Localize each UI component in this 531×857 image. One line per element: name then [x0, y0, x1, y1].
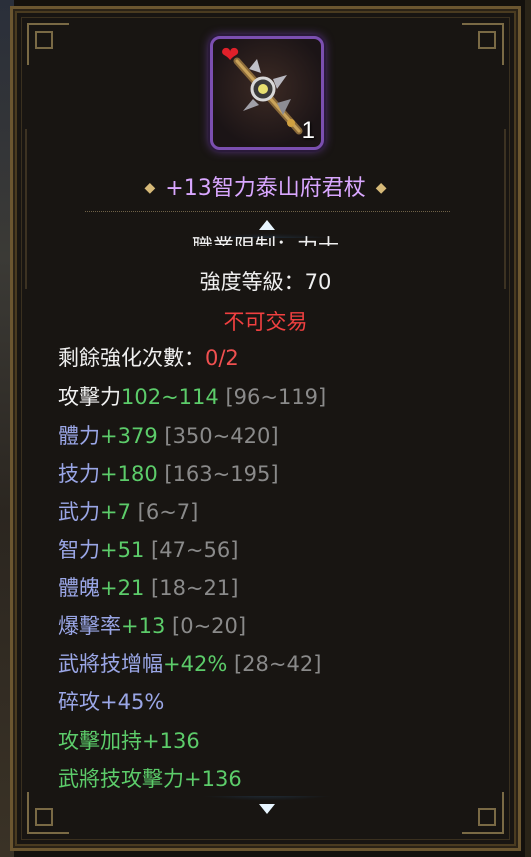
stat-line-stamina: 體力+379 [350~420]	[58, 422, 279, 450]
stat-range: [18~21]	[151, 576, 239, 600]
corner-square-bottom-left	[35, 808, 53, 826]
stat-label: 體魄	[58, 576, 100, 600]
enhance-value: 0/2	[205, 346, 239, 370]
background-right-strip	[525, 0, 531, 857]
stat-line-force: 武力+7 [6~7]	[58, 498, 198, 526]
stat-label: 武力	[58, 500, 100, 524]
strength-level: 強度等級：70	[199, 270, 332, 294]
stat-line-physique: 體魄+21 [18~21]	[58, 574, 238, 602]
stat-label: 體力	[58, 424, 100, 448]
diamond-right-icon: ◆	[375, 180, 387, 196]
stat-range: [0~20]	[172, 614, 247, 638]
stat-value: +51	[100, 538, 145, 562]
stat-range: [350~420]	[164, 424, 279, 448]
corner-square-top-left	[35, 31, 53, 49]
stat-value: +42%	[163, 652, 228, 676]
enhance-remaining-line: 剩餘強化次數：0/2	[58, 344, 239, 372]
stat-range: [47~56]	[151, 538, 239, 562]
stat-label: 爆擊率	[58, 614, 121, 638]
side-ornament-right	[504, 129, 506, 289]
stat-label: 武將技增幅	[58, 652, 163, 676]
general-skill-attack-line: 武將技攻擊力+136	[58, 767, 242, 791]
item-name-row: ◆ +13智力泰山府君杖 ◆	[0, 170, 531, 202]
stat-range: [6~7]	[137, 500, 199, 524]
stat-value: +21	[100, 576, 145, 600]
attack-range: [96~119]	[225, 385, 327, 409]
job-restriction-line: 職業限制：力士	[0, 232, 531, 246]
stat-line-general-skill-amp: 武將技增幅+42% [28~42]	[58, 650, 321, 678]
attack-value: 102~114	[121, 385, 219, 409]
side-ornament-left	[25, 129, 27, 289]
stat-label: 技力	[58, 462, 100, 486]
enhance-label: 剩餘強化次數：	[58, 346, 205, 370]
stat-line-skill-power: 技力+180 [163~195]	[58, 460, 279, 488]
stat-range: [28~42]	[233, 652, 322, 676]
attack-bonus-line: 攻擊加持+136	[58, 729, 200, 753]
stat-label: 智力	[58, 538, 100, 562]
item-icon-slot[interactable]: ❤ 1	[210, 36, 324, 150]
corner-square-bottom-right	[478, 808, 496, 826]
stat-line-intelligence: 智力+51 [47~56]	[58, 536, 238, 564]
stat-value: +180	[100, 462, 158, 486]
stat-line-crit-rate: 爆擊率+13 [0~20]	[58, 612, 246, 640]
favorite-heart-icon: ❤	[221, 43, 240, 68]
attack-line: 攻擊力102~114 [96~119]	[58, 383, 326, 411]
corner-square-top-right	[478, 31, 496, 49]
untradeable-label: 不可交易	[223, 310, 308, 334]
stat-value: +379	[100, 424, 158, 448]
scroll-down-arrow-icon[interactable]	[185, 796, 350, 822]
crush-attack-line: 碎攻+45%	[58, 690, 165, 714]
stat-value: +7	[100, 500, 131, 524]
stat-value: +13	[121, 614, 166, 638]
item-name: +13智力泰山府君杖	[165, 176, 366, 201]
diamond-left-icon: ◆	[144, 180, 156, 196]
stat-range: [163~195]	[164, 462, 279, 486]
attack-label: 攻擊力	[58, 385, 121, 409]
stack-count: 1	[301, 117, 315, 144]
